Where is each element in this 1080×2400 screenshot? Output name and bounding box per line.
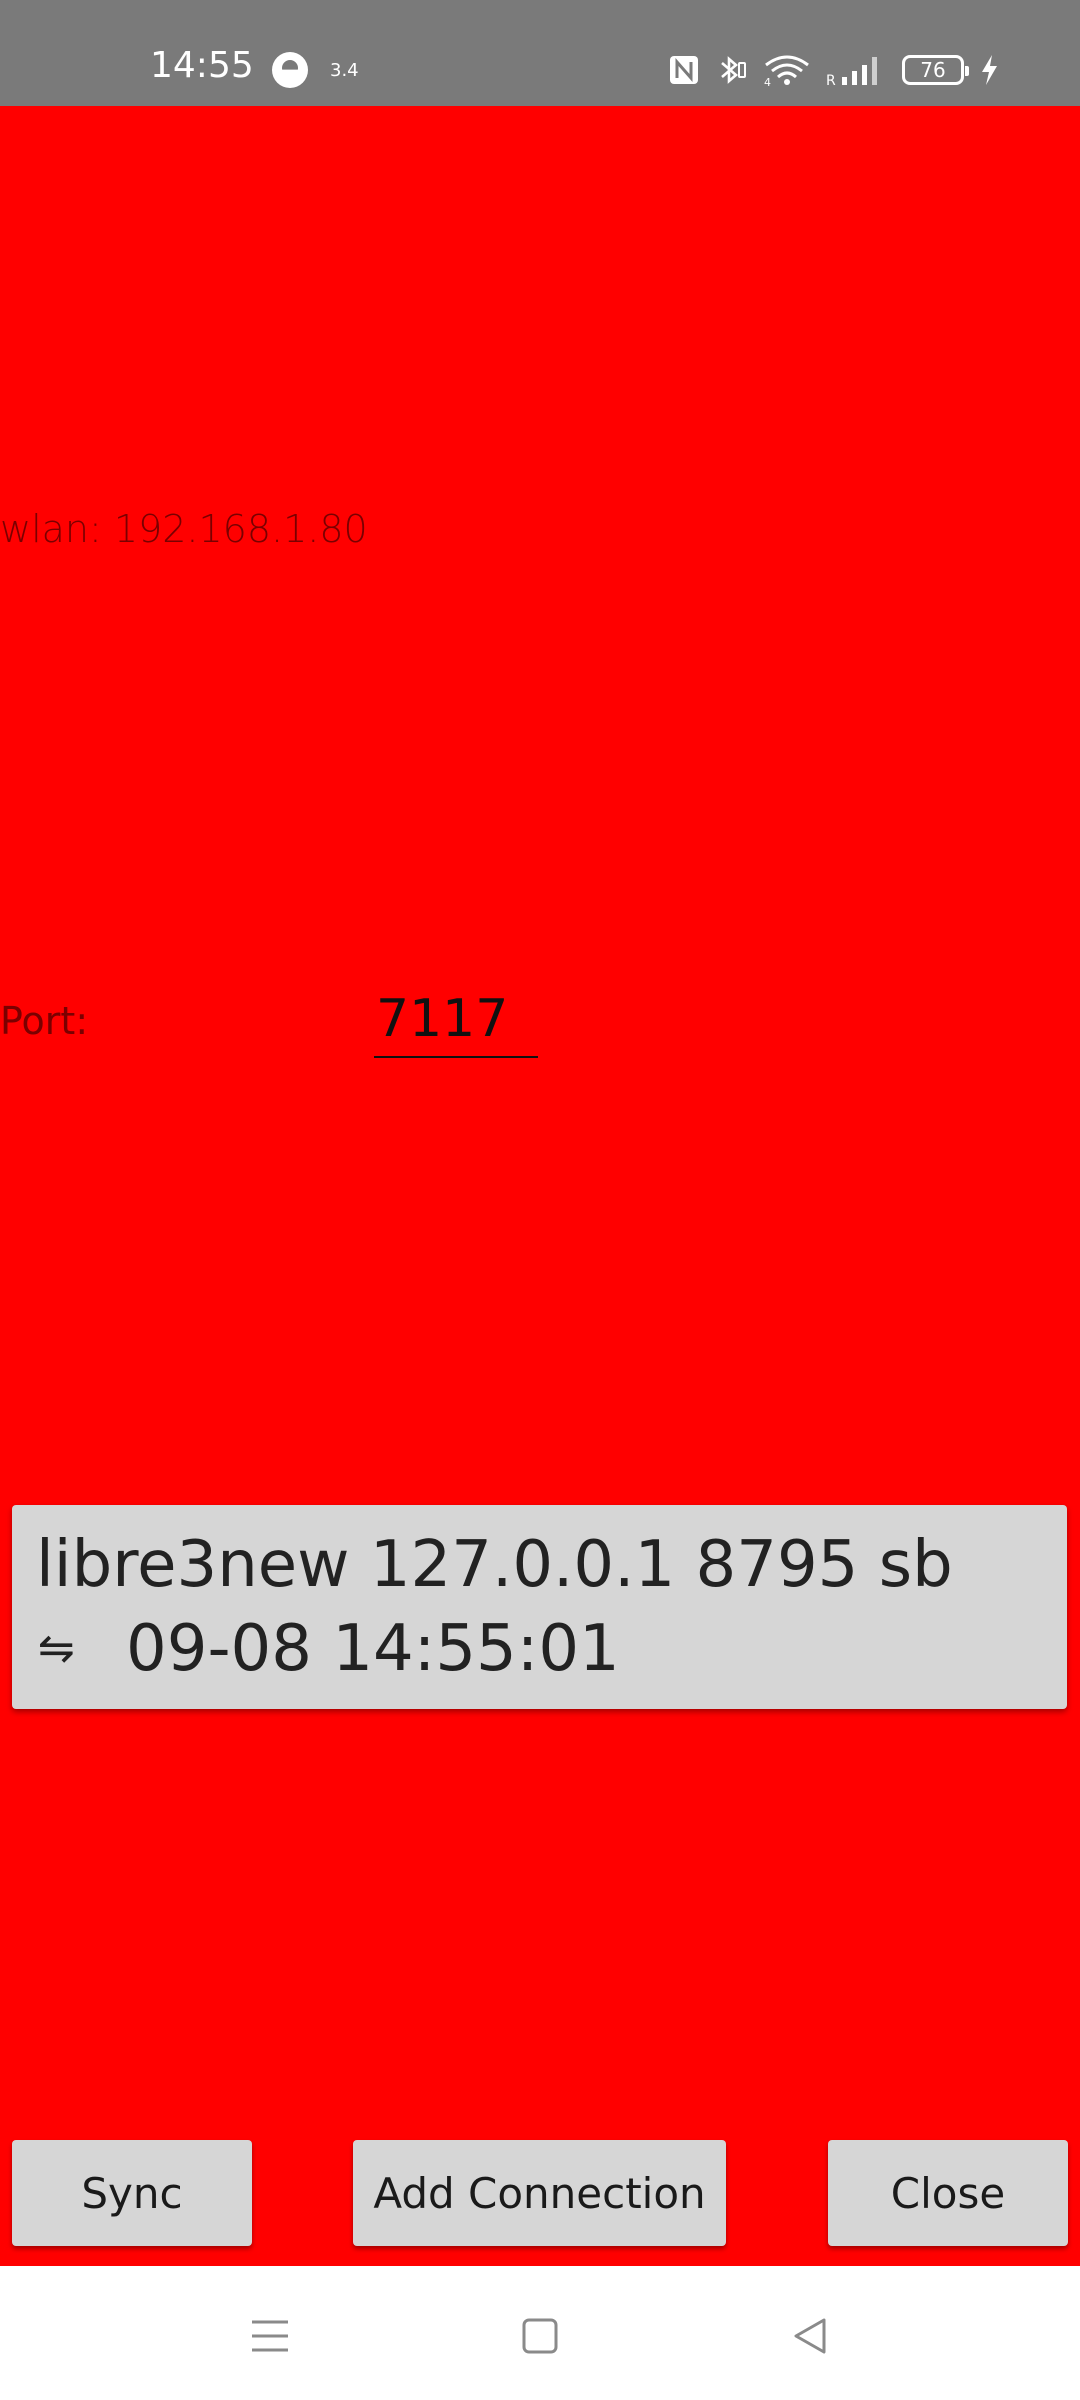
wlan-address-label: wlan: 192.168.1.80 — [0, 507, 368, 551]
data-speed: 3.4 — [330, 60, 359, 81]
wifi-icon: 4 — [764, 55, 809, 87]
svg-text:4: 4 — [764, 76, 771, 87]
navigation-bar — [0, 2266, 1080, 2400]
battery-icon: 76 — [902, 55, 969, 85]
connection-card[interactable]: libre3new 127.0.0.1 8795 sb ⇋ 09-08 14:5… — [12, 1505, 1067, 1709]
port-input[interactable] — [374, 982, 538, 1058]
connection-timestamp: 09-08 14:55:01 — [126, 1612, 620, 1686]
svg-text:R: R — [826, 73, 836, 87]
status-bar: 14:55 3.4 4 R 76 — [0, 0, 1080, 106]
charging-icon — [982, 55, 997, 85]
close-button[interactable]: Close — [828, 2140, 1068, 2246]
connection-status-row: ⇋ 09-08 14:55:01 — [36, 1607, 1067, 1691]
battery-level: 76 — [920, 58, 946, 82]
menu-icon[interactable] — [240, 2306, 300, 2366]
back-icon[interactable] — [780, 2306, 840, 2366]
bluetooth-icon — [721, 56, 746, 84]
home-icon[interactable] — [510, 2306, 570, 2366]
signal-icon: R — [826, 57, 877, 87]
status-time: 14:55 — [150, 45, 254, 86]
do-not-disturb-icon — [272, 52, 308, 88]
connection-details: libre3new 127.0.0.1 8795 sb — [36, 1528, 953, 1602]
add-connection-button[interactable]: Add Connection — [353, 2140, 726, 2246]
status-icons: 4 R 76 — [668, 52, 1000, 88]
nfc-icon — [670, 56, 698, 84]
sync-button[interactable]: Sync — [12, 2140, 252, 2246]
sync-arrows-icon: ⇋ — [38, 1623, 75, 1674]
port-label: Port: — [0, 999, 89, 1043]
